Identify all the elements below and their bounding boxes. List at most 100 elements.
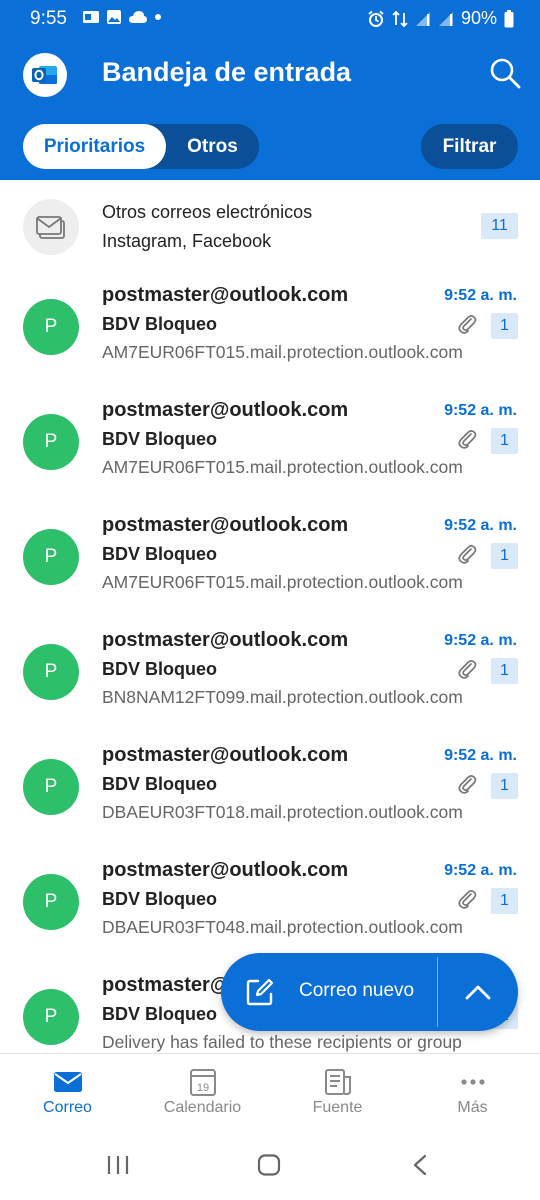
email-preview: AM7EUR06FT015.mail.protection.outlook.co…	[102, 572, 463, 592]
email-time: 9:52 a. m.	[444, 862, 517, 879]
email-preview: DBAEUR03FT018.mail.protection.outlook.co…	[102, 802, 463, 822]
filter-button[interactable]: Filtrar	[421, 124, 518, 169]
email-preview: BN8NAM12FT099.mail.protection.outlook.co…	[102, 687, 463, 707]
email-subject: BDV Bloqueo	[102, 774, 217, 794]
recent-apps-icon[interactable]	[106, 1154, 130, 1176]
message-list[interactable]: Otros correos electrónicos Instagram, Fa…	[0, 180, 540, 1053]
attachment-icon	[458, 315, 477, 334]
cloud-notification-icon	[129, 11, 147, 23]
system-status-icons: 90%	[367, 8, 514, 29]
back-icon[interactable]	[410, 1154, 430, 1176]
email-time: 9:52 a. m.	[444, 287, 517, 304]
email-sender: postmaster@outlook.com	[102, 284, 349, 306]
attachment-icon	[458, 775, 477, 794]
signal-icon	[415, 11, 430, 26]
email-time: 9:52 a. m.	[444, 632, 517, 649]
new-email-button[interactable]: Correo nuevo	[299, 980, 414, 1002]
other-mail-icon	[23, 199, 79, 255]
search-icon[interactable]	[488, 56, 522, 90]
email-sender: postmaster@outlook.com	[102, 744, 349, 766]
email-subject: BDV Bloqueo	[102, 659, 217, 679]
attachment-icon	[458, 545, 477, 564]
system-navigation-bar	[0, 1130, 540, 1200]
other-mail-title: Otros correos electrónicos	[102, 202, 313, 222]
tab-other[interactable]: Otros	[166, 124, 259, 169]
battery-percent: 90%	[460, 8, 497, 28]
nav-calendar-label: Calendario	[163, 1099, 242, 1116]
thread-count: 1	[491, 543, 518, 569]
nav-mail-label: Correo	[43, 1099, 92, 1116]
battery-icon	[504, 9, 514, 27]
outlook-notification-icon	[83, 11, 99, 23]
mail-icon	[53, 1072, 82, 1092]
data-transfer-icon	[392, 10, 408, 27]
other-mail-row[interactable]: Otros correos electrónicos Instagram, Fa…	[0, 180, 540, 272]
email-item[interactable]: P postmaster@outlook.com 9:52 a. m. BDV …	[0, 617, 540, 732]
sender-avatar: P	[23, 299, 79, 355]
attachment-icon	[458, 890, 477, 909]
feed-icon	[324, 1069, 351, 1095]
email-item[interactable]: P postmaster@outlook.com 9:52 a. m. BDV …	[0, 387, 540, 502]
tab-focused[interactable]: Prioritarios	[23, 124, 166, 169]
email-time: 9:52 a. m.	[444, 747, 517, 764]
email-sender: postmaster@outlook.com	[102, 399, 349, 421]
nav-mail[interactable]: Correo	[0, 1054, 135, 1131]
nav-calendar[interactable]: 19 Calendario	[135, 1054, 270, 1131]
calendar-day: 19	[196, 1082, 208, 1094]
sender-avatar: P	[23, 414, 79, 470]
page-title: Bandeja de entrada	[102, 57, 352, 87]
email-subject: BDV Bloqueo	[102, 314, 217, 334]
nav-more[interactable]: Más	[405, 1054, 540, 1131]
signal-2-icon	[438, 11, 453, 26]
other-mail-senders: Instagram, Facebook	[102, 231, 272, 251]
email-subject: BDV Bloqueo	[102, 429, 217, 449]
thread-count: 1	[491, 313, 518, 339]
dot-notification-icon	[155, 14, 161, 20]
new-email-fab: Correo nuevo	[221, 953, 518, 1031]
sender-avatar: P	[23, 529, 79, 585]
calendar-icon: 19	[189, 1069, 216, 1096]
email-item[interactable]: P postmaster@outlook.com 9:52 a. m. BDV …	[0, 732, 540, 847]
bottom-navigation: Correo 19 Calendario Fuente Más	[0, 1053, 540, 1130]
email-time: 9:52 a. m.	[444, 402, 517, 419]
thread-count: 1	[491, 658, 518, 684]
inbox-tabs: Prioritarios Otros	[23, 124, 259, 169]
email-subject: BDV Bloqueo	[102, 889, 217, 909]
email-sender: postmaster@outlook.com	[102, 859, 349, 881]
email-item[interactable]: P postmaster@outlook.com 9:52 a. m. BDV …	[0, 272, 540, 387]
account-avatar[interactable]	[23, 53, 67, 97]
more-icon	[460, 1079, 485, 1085]
status-time: 9:55	[30, 8, 67, 29]
sender-avatar: P	[23, 759, 79, 815]
email-item[interactable]: P postmaster@outlook.com 9:52 a. m. BDV …	[0, 847, 540, 962]
email-subject: BDV Bloqueo	[102, 544, 217, 564]
email-preview: AM7EUR06FT015.mail.protection.outlook.co…	[102, 457, 463, 477]
nav-feed[interactable]: Fuente	[270, 1054, 405, 1131]
sender-avatar: P	[23, 644, 79, 700]
nav-more-label: Más	[457, 1099, 488, 1116]
thread-count: 1	[491, 773, 518, 799]
email-subject: BDV Bloqueo	[102, 1004, 217, 1024]
email-time: 9:52 a. m.	[444, 517, 517, 534]
sender-avatar: P	[23, 874, 79, 930]
chevron-up-icon	[465, 985, 491, 1000]
sender-avatar: P	[23, 989, 79, 1045]
email-preview: DBAEUR03FT048.mail.protection.outlook.co…	[102, 917, 463, 937]
home-icon[interactable]	[257, 1154, 281, 1176]
attachment-icon	[458, 660, 477, 679]
alarm-icon	[368, 10, 384, 27]
nav-feed-label: Fuente	[312, 1099, 363, 1116]
attachment-icon	[458, 430, 477, 449]
compose-icon[interactable]	[245, 977, 275, 1007]
thread-count: 1	[491, 888, 518, 914]
email-sender: postmaster@outlook.com	[102, 629, 349, 651]
email-item[interactable]: P postmaster@outlook.com 9:52 a. m. BDV …	[0, 502, 540, 617]
status-bar: 9:55 90%	[0, 0, 540, 40]
fab-expand-button[interactable]	[438, 953, 518, 1031]
thread-count: 1	[491, 428, 518, 454]
app-bar: Bandeja de entrada Prioritarios Otros Fi…	[0, 40, 540, 180]
email-preview: AM7EUR06FT015.mail.protection.outlook.co…	[102, 342, 463, 362]
email-sender: postmaster@outlook.com	[102, 514, 349, 536]
notification-icons	[82, 9, 162, 25]
outlook-logo-icon	[32, 66, 57, 84]
